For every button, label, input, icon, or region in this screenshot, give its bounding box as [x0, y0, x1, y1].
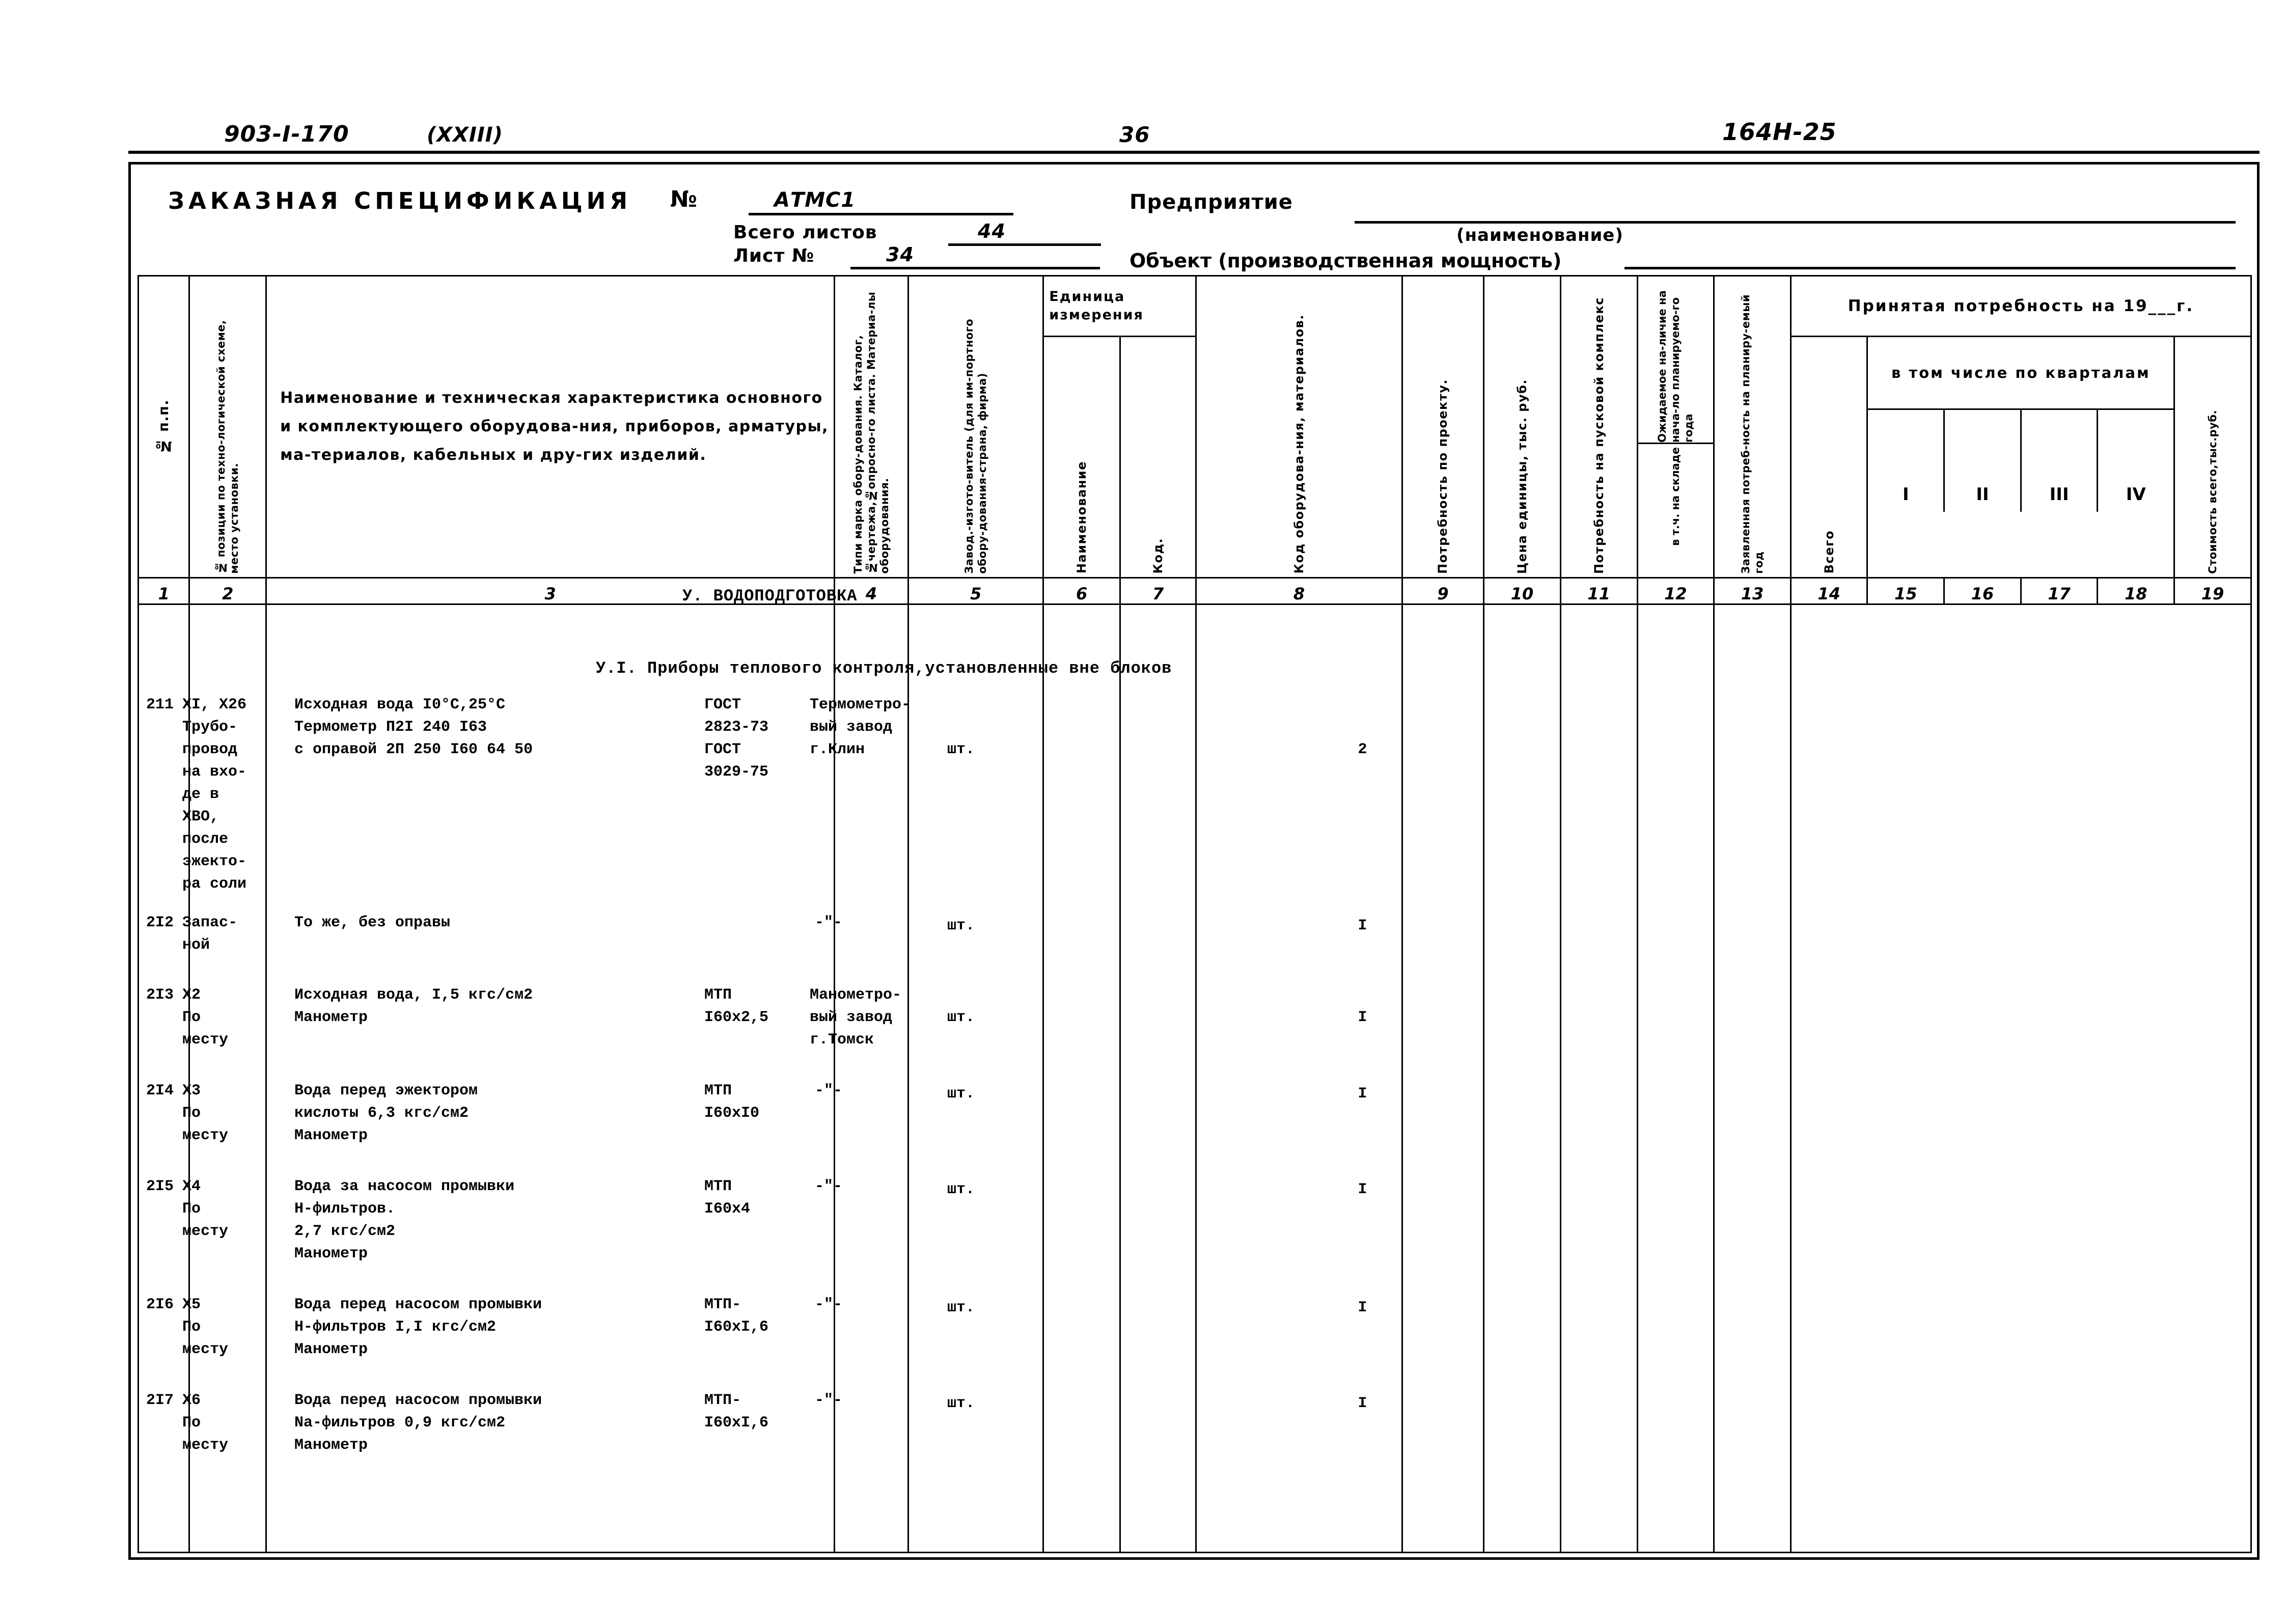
spec-number-label: № — [670, 186, 698, 212]
colnum-2: 2 — [188, 576, 267, 605]
colnum-15: 15 — [1866, 576, 1945, 605]
header-col-11: Потребность на пусковой комплекс — [1559, 275, 1638, 579]
body-col-13[interactable] — [1713, 603, 1792, 1553]
header-col-12b-label: в т.ч. на складе — [1669, 447, 1682, 546]
body-col-10[interactable] — [1483, 603, 1561, 1553]
header-col-6: Наименование — [1042, 335, 1121, 579]
spec-number-rule — [749, 213, 1013, 215]
body-col-6[interactable] — [1042, 603, 1121, 1553]
header-col-3: Наименование и техническая характеристик… — [265, 275, 836, 579]
header-col-19-label: Стоимость всего,тыс.руб. — [2207, 409, 2219, 574]
document-page: 903-I-170 (XXIII) 36 164H-25 ЗАКАЗНАЯ СП… — [0, 0, 2286, 1624]
colnum-1: 1 — [137, 576, 190, 605]
header-col-10: Цена единицы, тыс. руб. — [1483, 275, 1561, 579]
colnum-17: 17 — [2020, 576, 2099, 605]
header-col-13-label: Заявленная потреб-ность на планиру-емый … — [1740, 294, 1765, 574]
sheet-number-label: Лист № — [733, 245, 815, 266]
body-col-5[interactable] — [907, 603, 1044, 1553]
body-col-11[interactable] — [1559, 603, 1638, 1553]
header-col-5-label: Завод.-изгото-витель (для им-портного об… — [963, 318, 989, 574]
header-col-9-label: Потребность по проекту. — [1436, 378, 1450, 574]
total-sheets-label: Всего листов — [733, 222, 877, 243]
sheet-number-value[interactable]: 34 — [886, 243, 914, 266]
header-col-16: II — [1945, 409, 2022, 512]
colnum-10: 10 — [1483, 576, 1561, 605]
sheet-code: 164H-25 — [1722, 118, 1837, 146]
body-col-8[interactable] — [1195, 603, 1403, 1553]
header-col-2: № позиции по техно-логической схеме, мес… — [188, 275, 267, 579]
header-col-7: Код. — [1119, 335, 1197, 579]
enterprise-label: Предприятие — [1130, 190, 1293, 214]
header-row-groups: № п.п. № позиции по техно-логической схе… — [137, 275, 2252, 579]
header-col-18: IV — [2126, 484, 2146, 505]
header-col-6-label: Наименование — [1075, 461, 1089, 574]
header-col-14-label: Всего — [1822, 530, 1836, 574]
colnum-9: 9 — [1401, 576, 1485, 605]
header-col-3-label: Наименование и техническая характеристик… — [280, 389, 829, 464]
header-col-5: Завод.-изгото-витель (для им-портного об… — [907, 275, 1044, 579]
header-col-12: Ожидаемое на-личие на нача-ло планируемо… — [1636, 275, 1715, 579]
header-col-15: I — [1868, 409, 1945, 512]
body-col-4[interactable] — [834, 603, 910, 1553]
colnum-14: 14 — [1789, 576, 1868, 605]
colnum-8: 8 — [1195, 576, 1403, 605]
colnum-3: 3 — [265, 576, 836, 605]
colnum-7: 7 — [1119, 576, 1197, 605]
sheet-number-rule — [850, 267, 1100, 269]
object-label: Объект (производственная мощность) — [1130, 250, 1562, 272]
enterprise-rule — [1355, 221, 2236, 224]
header-col-7-label: Код. — [1151, 538, 1166, 574]
header-col-1: № п.п. — [137, 275, 190, 579]
header-col-8: Код оборудова-ния, материалов. — [1195, 275, 1403, 579]
body-col-12[interactable] — [1636, 603, 1715, 1553]
top-rule — [128, 151, 2260, 154]
header-unit-group: Единица измерения — [1042, 275, 1197, 337]
table-body-row — [137, 603, 2252, 1553]
body-col-3[interactable] — [265, 603, 836, 1553]
body-col-14[interactable] — [1789, 603, 2252, 1553]
colnum-12: 12 — [1636, 576, 1715, 605]
column-number-row: 1 2 3 4 5 6 7 8 9 10 11 12 13 14 15 16 1… — [137, 576, 2252, 605]
header-col-12-label: Ожидаемое на-личие на нача-ло планируемо… — [1656, 290, 1695, 443]
spec-number-value[interactable]: АТМС1 — [774, 188, 856, 212]
colnum-6: 6 — [1042, 576, 1121, 605]
colnum-19: 19 — [2173, 576, 2252, 605]
header-quarters-group: в том числе по кварталам — [1868, 337, 2174, 410]
body-col-2[interactable] — [188, 603, 267, 1553]
enterprise-hint: (наименование) — [1456, 225, 1623, 245]
object-rule — [1624, 267, 2236, 269]
header-col-13: Заявленная потреб-ность на планиру-емый … — [1713, 275, 1792, 579]
colnum-11: 11 — [1559, 576, 1638, 605]
header-col-19: Стоимость всего,тыс.руб. — [2173, 335, 2252, 579]
total-sheets-rule — [948, 243, 1101, 246]
header-col-4-label: Типи марка обору-дования. Каталог, №черт… — [852, 291, 891, 574]
header-accepted-group: Принятая потребность на 19___г. — [1789, 275, 2252, 337]
header-col-17: III — [2022, 409, 2099, 512]
header-col-4: Типи марка обору-дования. Каталог, №черт… — [834, 275, 910, 579]
specification-table: № п.п. № позиции по техно-логической схе… — [137, 275, 2252, 1553]
header-col-8-label: Код оборудова-ния, материалов. — [1292, 314, 1306, 574]
document-volume: (XXIII) — [427, 123, 503, 147]
colnum-16: 16 — [1943, 576, 2022, 605]
header-col-2-label: № позиции по техно-логической схеме, мес… — [215, 320, 241, 574]
total-sheets-value[interactable]: 44 — [978, 220, 1006, 242]
page-number: 36 — [1119, 122, 1150, 147]
form-title: ЗАКАЗНАЯ СПЕЦИФИКАЦИЯ — [168, 187, 631, 214]
body-col-9[interactable] — [1401, 603, 1485, 1553]
colnum-4: 4 — [834, 576, 910, 605]
header-col-10-label: Цена единицы, тыс. руб. — [1515, 378, 1530, 574]
header-col-9: Потребность по проекту. — [1401, 275, 1485, 579]
colnum-13: 13 — [1713, 576, 1792, 605]
body-col-7[interactable] — [1119, 603, 1197, 1553]
header-col-14: Всего — [1789, 335, 1868, 579]
document-code: 903-I-170 — [224, 121, 349, 147]
body-col-1[interactable] — [137, 603, 190, 1553]
colnum-18: 18 — [2097, 576, 2175, 605]
header-col-1-label: № п.п. — [155, 399, 172, 454]
header-quarters-block: в том числе по кварталам I II III IV — [1866, 335, 2175, 579]
header-col-11-label: Потребность на пусковой комплекс — [1591, 296, 1606, 574]
colnum-5: 5 — [907, 576, 1044, 605]
